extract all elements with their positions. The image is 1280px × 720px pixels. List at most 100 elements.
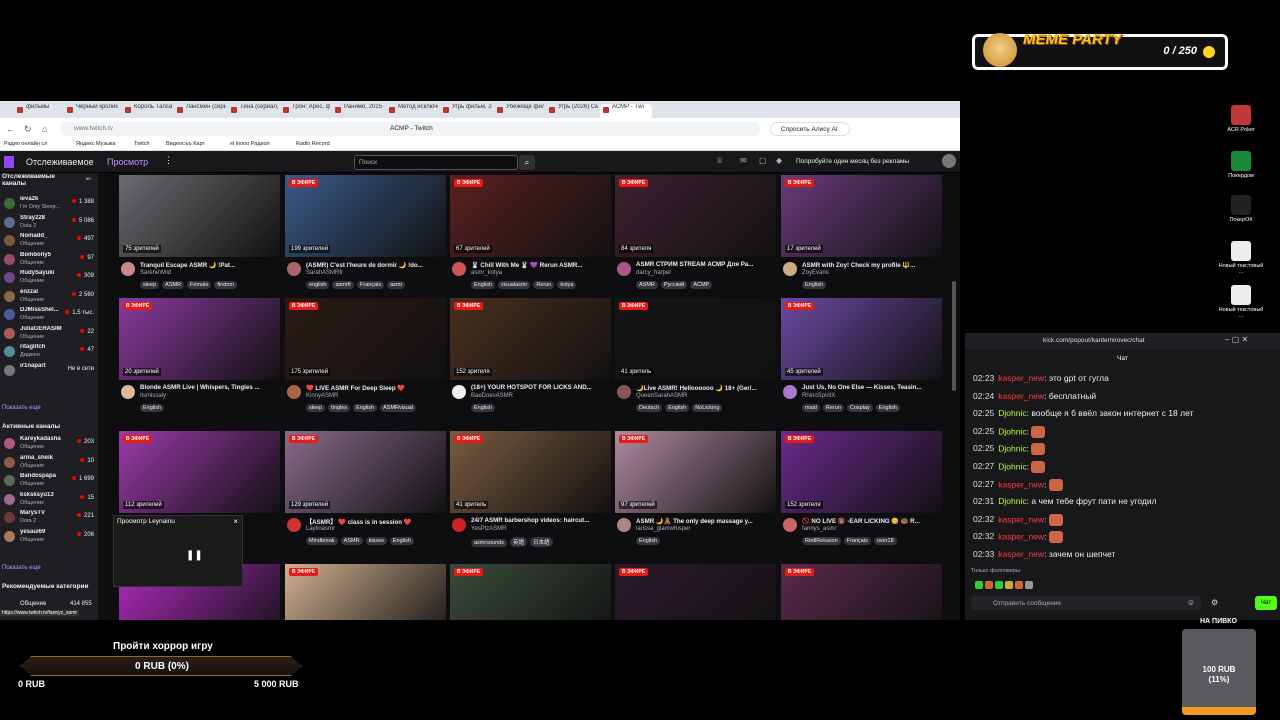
- stream-title[interactable]: ASMR with Zoy! Check my profile 🔱...: [802, 261, 942, 269]
- sidebar-channel[interactable]: ir1napart Не в сети: [4, 362, 96, 382]
- stream-tag[interactable]: Rerun: [822, 404, 844, 412]
- streamer-avatar[interactable]: [121, 385, 135, 399]
- home-icon[interactable]: ⌂: [42, 124, 47, 134]
- stream-title[interactable]: Tranquil Escape ASMR 🌙 !Pat...: [140, 261, 280, 269]
- streamer-avatar[interactable]: [452, 262, 466, 276]
- close-icon[interactable]: ×: [233, 517, 238, 526]
- stream-thumbnail[interactable]: В ЭФИРЕ 152 зрителя: [450, 298, 611, 380]
- streamer-name[interactable]: KinnyASMR: [306, 393, 338, 399]
- browser-tab[interactable]: Метод исключе: [386, 104, 438, 118]
- browser-tab[interactable]: Угрь фильм, 20: [440, 104, 492, 118]
- emoji-icon[interactable]: ☺: [1187, 598, 1195, 607]
- stream-thumbnail[interactable]: В ЭФИРЕ 112 зрителей: [119, 431, 280, 513]
- streamer-name[interactable]: fannys_asmr: [802, 526, 836, 532]
- stream-thumbnail[interactable]: В ЭФИРЕ: [615, 564, 776, 620]
- stream-thumbnail[interactable]: В ЭФИРЕ 41 зритель: [615, 298, 776, 380]
- stream-tag[interactable]: ASMRvisual: [380, 404, 417, 412]
- message-user[interactable]: kasper_new: [998, 531, 1044, 541]
- nav-browse[interactable]: Просмотр: [107, 157, 148, 167]
- mini-preview[interactable]: Просмотр Leynainu × ❚❚: [113, 515, 243, 587]
- stream-thumbnail[interactable]: 75 зрителей: [119, 175, 280, 257]
- search-icon[interactable]: ⌕: [519, 155, 535, 170]
- stream-tag[interactable]: kisses: [365, 537, 387, 545]
- browser-tab[interactable]: Чёрный кролик: [64, 104, 120, 118]
- sidebar-channel[interactable]: ksksksyu13 Общение 15: [4, 491, 96, 511]
- stream-tag[interactable]: ASMR: [340, 537, 363, 545]
- stream-tag[interactable]: over18: [873, 537, 897, 545]
- browser-tab[interactable]: фильмы: [14, 104, 62, 118]
- nav-following[interactable]: Отслеживаемое: [26, 157, 94, 167]
- stream-tag[interactable]: Deutsch: [636, 404, 663, 412]
- message-user[interactable]: Djohnic: [998, 496, 1026, 506]
- sidebar-channel[interactable]: Bomboпу5 Общение 97: [4, 251, 96, 271]
- stream-thumbnail[interactable]: В ЭФИРЕ 152 зрителя: [781, 431, 942, 513]
- streamer-name[interactable]: itsmissaly: [140, 393, 166, 399]
- stream-tag[interactable]: 英語: [509, 537, 527, 547]
- url-field[interactable]: www.twitch.tv ACMP - Twitch: [60, 122, 760, 136]
- stream-thumbnail[interactable]: В ЭФИРЕ: [781, 564, 942, 620]
- browser-tab[interactable]: АСМР - Тwi: [600, 104, 652, 118]
- message-user[interactable]: kasper_new: [998, 373, 1044, 383]
- stream-tag[interactable]: Cosplay: [846, 404, 873, 412]
- streamer-avatar[interactable]: [287, 385, 301, 399]
- stream-title[interactable]: ASMR СТРИМ STREAM АСМР Для Ра...: [636, 261, 776, 268]
- message-user[interactable]: kasper_new: [998, 391, 1044, 401]
- stream-thumbnail[interactable]: В ЭФИРЕ 129 зрителей: [285, 431, 446, 513]
- pause-icon[interactable]: ❚❚: [186, 550, 203, 561]
- twitch-logo-icon[interactable]: [4, 156, 14, 168]
- streamer-avatar[interactable]: [617, 385, 631, 399]
- streamer-name[interactable]: QueenSarahASMR: [636, 393, 687, 399]
- stream-thumbnail[interactable]: В ЭФИРЕ 84 зрителя: [615, 175, 776, 257]
- message-user[interactable]: kasper_new: [998, 479, 1044, 489]
- chat-input[interactable]: Отправить сообщение ☺: [971, 596, 1201, 610]
- streamer-avatar[interactable]: [287, 262, 301, 276]
- stream-thumbnail[interactable]: В ЭФИРЕ 20 зрителей: [119, 298, 280, 380]
- bookmark-item[interactable]: Видеосъъ Карт: [166, 141, 205, 147]
- sidebar-channel[interactable]: JuliaGERASIM Общение 22: [4, 325, 96, 345]
- more-menu-icon[interactable]: ⋮: [164, 155, 173, 166]
- message-user[interactable]: Djohnic: [998, 461, 1026, 471]
- sidebar-channel[interactable]: Bandospapa Общение 1 699: [4, 472, 96, 492]
- crown-icon[interactable]: ♕: [716, 156, 723, 165]
- stream-tag[interactable]: tingles: [328, 404, 351, 412]
- window-controls-icon[interactable]: – ▢ ✕: [1225, 335, 1248, 344]
- ad-free-promo[interactable]: Попробуйте один месяц без рекламы: [796, 158, 909, 165]
- stream-tag[interactable]: English: [353, 404, 378, 412]
- sidebar-channel[interactable]: enzzal Общение 2 560: [4, 288, 96, 308]
- streamer-avatar[interactable]: [617, 518, 631, 532]
- stream-tag[interactable]: sleep: [306, 404, 326, 412]
- streamer-name[interactable]: larissa_glamwhisper: [636, 526, 690, 532]
- browser-tab[interactable]: Ранимо, 2015 —: [332, 104, 384, 118]
- streamer-name[interactable]: YesPlzASMR: [471, 526, 506, 532]
- stream-thumbnail[interactable]: В ЭФИРЕ 67 зрителей: [450, 175, 611, 257]
- stream-tag[interactable]: English: [389, 537, 414, 545]
- stream-thumbnail[interactable]: В ЭФИРЕ: [450, 564, 611, 620]
- stream-thumbnail[interactable]: В ЭФИРЕ 45 зрителей: [781, 298, 942, 380]
- stream-title[interactable]: 🚫 NO LIVE 🔞 -EAR LICKING 😋 🍩 R...: [802, 517, 942, 525]
- streamer-name[interactable]: Laylinasmr: [306, 526, 335, 532]
- bookmark-item[interactable]: Twitch: [134, 141, 150, 147]
- stream-tag[interactable]: English: [140, 404, 165, 412]
- show-more-link[interactable]: Показать еще: [2, 405, 41, 411]
- stream-tag[interactable]: English: [802, 281, 827, 289]
- stream-tag[interactable]: findom: [214, 281, 237, 289]
- inbox-icon[interactable]: ✉: [740, 156, 747, 165]
- stream-tag[interactable]: asmr: [387, 281, 406, 289]
- stream-thumbnail[interactable]: В ЭФИРЕ 41 зритель: [450, 431, 611, 513]
- browser-tab[interactable]: Угрь (2026) Смо: [546, 104, 598, 118]
- rec-category[interactable]: Общение: [20, 601, 46, 607]
- browser-tab[interactable]: Лансмен (сери: [174, 104, 226, 118]
- stream-title[interactable]: Blonde ASMR Live | Whispers, Tingles ...: [140, 384, 280, 391]
- stream-tag[interactable]: sleep: [140, 281, 160, 289]
- streamer-name[interactable]: asmr_kotya: [471, 270, 502, 276]
- streamer-avatar[interactable]: [617, 262, 631, 276]
- streamer-name[interactable]: darcy_harpel: [636, 270, 671, 276]
- desktop-icon[interactable]: ACR Poker: [1216, 105, 1266, 133]
- stream-tag[interactable]: English: [471, 281, 496, 289]
- browser-tab[interactable]: Король Талса (: [122, 104, 172, 118]
- stream-tag[interactable]: English: [636, 537, 661, 545]
- stream-tag[interactable]: asmrfr: [332, 281, 355, 289]
- stream-thumbnail[interactable]: В ЭФИРЕ: [285, 564, 446, 620]
- stream-title[interactable]: ASMR 🌙🧸 The only deep massage y...: [636, 517, 776, 525]
- bookmark-item[interactable]: Radio Record: [296, 141, 330, 147]
